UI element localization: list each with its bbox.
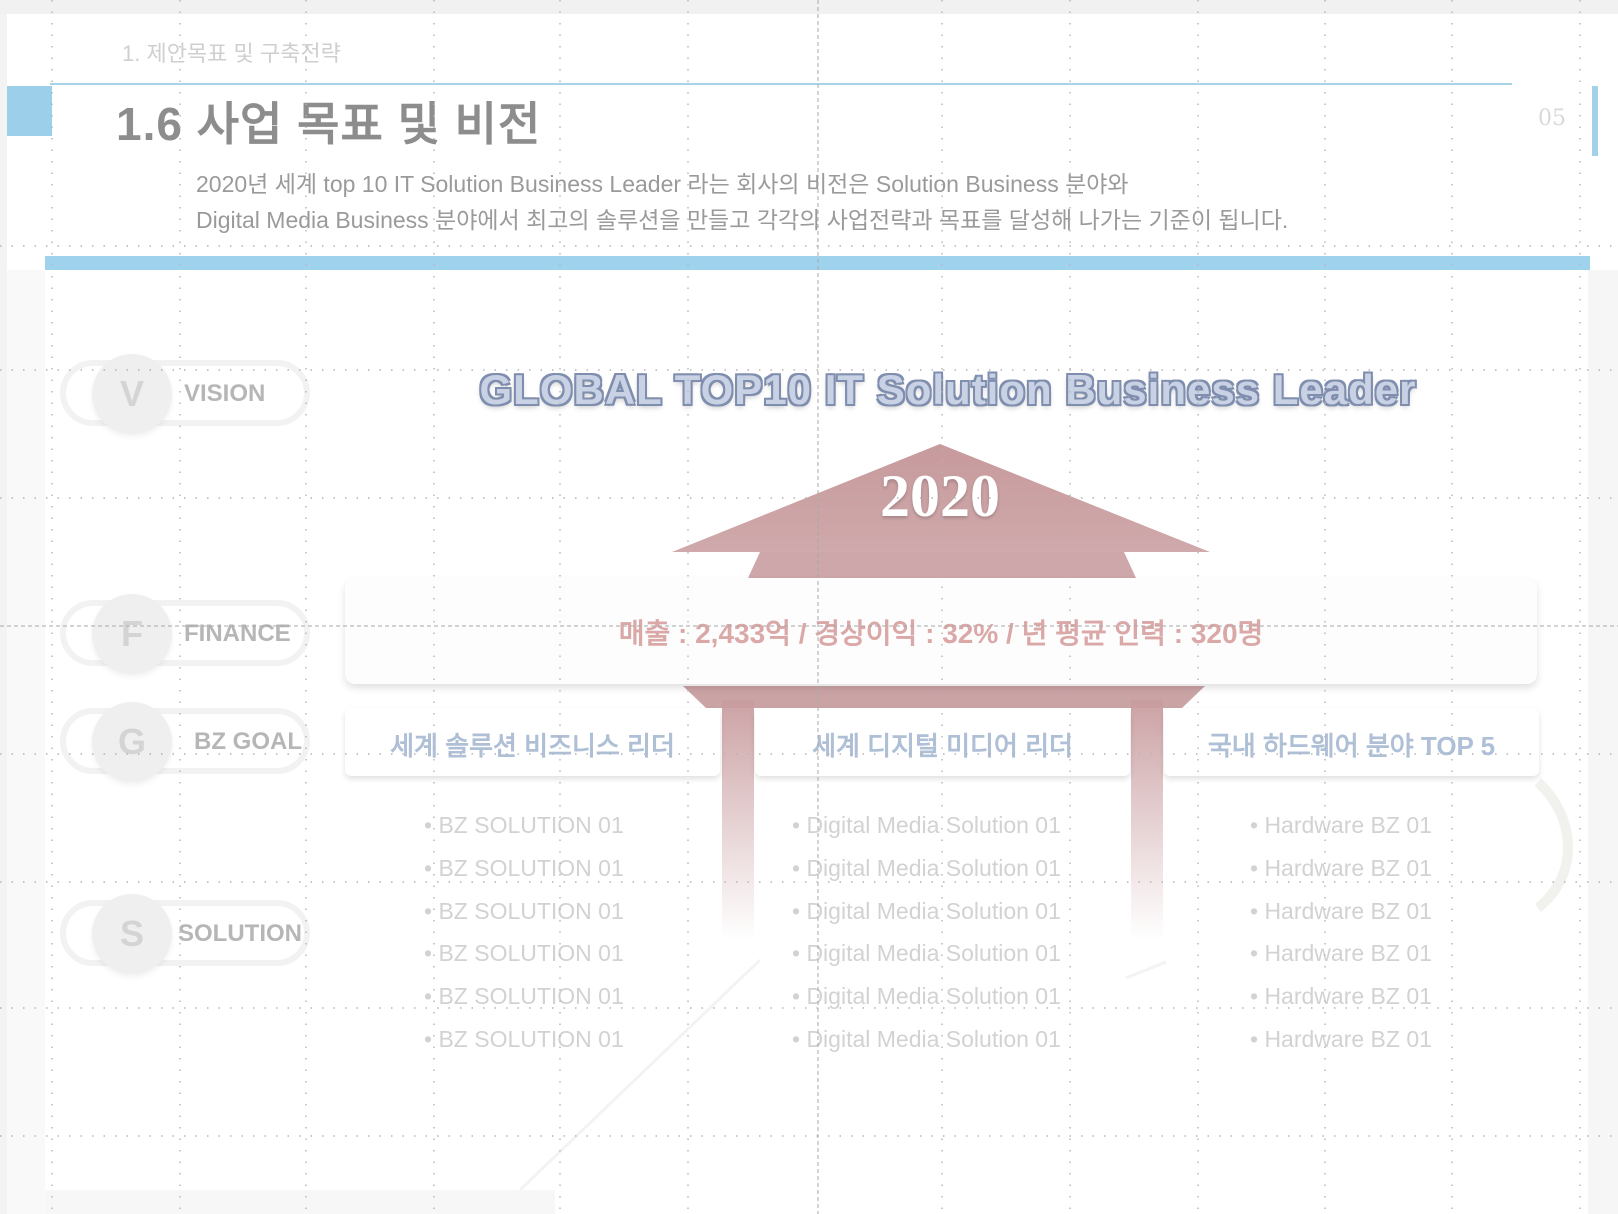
decor-curve (1534, 778, 1573, 912)
list-item: • Hardware BZ 01 (1250, 898, 1432, 924)
arrow-stem-right (1131, 700, 1163, 940)
decor-line-2 (1125, 960, 1167, 980)
row-badge-solution: S (92, 894, 172, 974)
row-label-finance: FINANCE (184, 620, 291, 647)
slide: { "header": { "breadcrumb": "1. 제안목표 및 구… (0, 0, 1618, 1214)
row-pill-solution: S SOLUTION (60, 894, 310, 974)
list-item: • BZ SOLUTION 01 (424, 898, 624, 924)
list-item: • BZ SOLUTION 01 (424, 812, 624, 838)
row-label-goal: BZ GOAL (194, 728, 302, 755)
list-item: • Digital Media Solution 01 (792, 940, 1061, 966)
list-item: • Hardware BZ 01 (1250, 855, 1432, 881)
row-pill-goal: G BZ GOAL (60, 702, 310, 782)
row-badge-finance: F (92, 594, 172, 674)
list-item: • Hardware BZ 01 (1250, 1026, 1432, 1052)
row-label-solution: SOLUTION (178, 920, 302, 947)
list-item: • Digital Media Solution 01 (792, 898, 1061, 924)
list-item: • Digital Media Solution 01 (792, 1026, 1061, 1052)
row-badge-vision: V (92, 354, 172, 434)
row-pill-finance: F FINANCE (60, 594, 310, 674)
goal-text-2: 세계 디지털 미디어 리더 (812, 731, 1073, 761)
row-badge-goal: G (92, 702, 172, 782)
vision-statement: GLOBAL TOP10 IT Solution Business Leader (479, 366, 1417, 413)
list-item: • BZ SOLUTION 01 (424, 983, 624, 1009)
goal-text-1: 세계 솔루션 비즈니스 리더 (390, 731, 675, 761)
list-item: • Hardware BZ 01 (1250, 940, 1432, 966)
row-label-vision: VISION (184, 380, 266, 407)
vision-year: 2020 (880, 463, 1000, 529)
arrow-body (683, 686, 1205, 708)
list-item: • Digital Media Solution 01 (792, 983, 1061, 1009)
list-item: • BZ SOLUTION 01 (424, 855, 624, 881)
arrow-stem-left (722, 700, 754, 940)
list-item: • Hardware BZ 01 (1250, 983, 1432, 1009)
list-item: • Digital Media Solution 01 (792, 855, 1061, 881)
goal-text-3: 국내 하드웨어 분야 TOP 5 (1207, 731, 1496, 761)
row-pill-vision: V VISION (60, 354, 310, 434)
list-item: • Digital Media Solution 01 (792, 812, 1061, 838)
finance-text: 매출 : 2,433억 / 경상이익 : 32% / 년 평균 인력 : 320… (618, 618, 1264, 649)
list-item: • BZ SOLUTION 01 (424, 1026, 624, 1052)
list-item: • BZ SOLUTION 01 (424, 940, 624, 966)
list-item: • Hardware BZ 01 (1250, 812, 1432, 838)
